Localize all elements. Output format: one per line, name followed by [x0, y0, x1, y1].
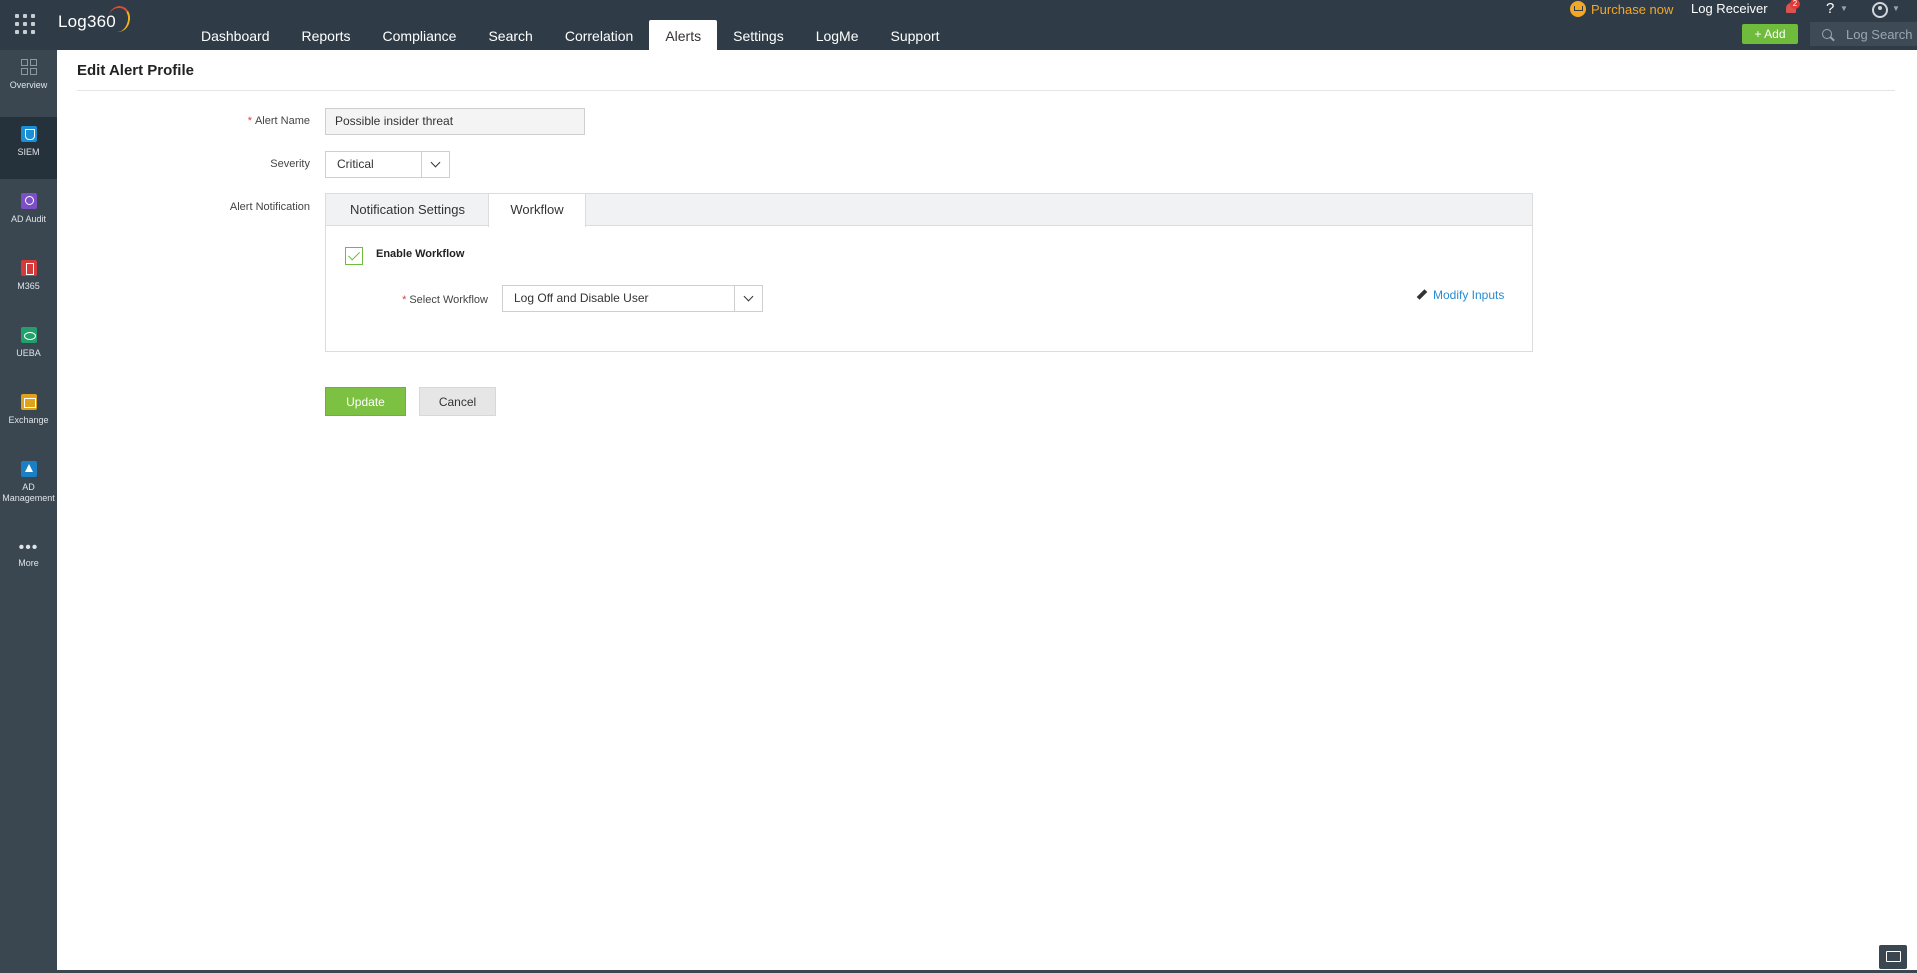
- nav-alerts[interactable]: Alerts: [649, 20, 718, 50]
- pencil-icon: [1416, 289, 1428, 301]
- nav-dashboard[interactable]: Dashboard: [185, 0, 286, 50]
- notification-count-badge: 2: [1790, 0, 1800, 9]
- sidebar-label: UEBA: [16, 348, 41, 358]
- m365-icon: [20, 260, 37, 276]
- alert-name-label: * Alert Name: [200, 115, 310, 127]
- title-divider: [77, 90, 1895, 91]
- user-avatar-icon[interactable]: [1872, 2, 1888, 18]
- notification-bell-icon[interactable]: 2: [1784, 0, 1800, 15]
- page-title: Edit Alert Profile: [77, 62, 194, 79]
- alert-name-input[interactable]: Possible insider threat: [325, 108, 585, 135]
- nav-logme[interactable]: LogMe: [800, 0, 875, 50]
- severity-select[interactable]: Critical: [325, 151, 450, 178]
- select-workflow-label: * Select Workflow: [380, 294, 488, 306]
- search-icon: [1822, 29, 1832, 39]
- sidebar-label: AD Audit: [10, 214, 47, 224]
- workflow-select[interactable]: Log Off and Disable User: [502, 285, 763, 312]
- siem-shield-icon: [20, 126, 37, 142]
- main-nav: Dashboard Reports Compliance Search Corr…: [185, 0, 956, 50]
- enable-workflow-label: Enable Workflow: [376, 248, 465, 260]
- overview-icon: [20, 59, 37, 75]
- sidebar-item-ad-audit[interactable]: AD Audit: [0, 184, 57, 246]
- alert-name-label-text: Alert Name: [254, 115, 310, 127]
- sidebar-item-m365[interactable]: M365: [0, 251, 57, 313]
- modify-inputs-label: Modify Inputs: [1433, 288, 1505, 302]
- sidebar-label: Overview: [9, 80, 48, 90]
- nav-settings[interactable]: Settings: [717, 0, 800, 50]
- workflow-value: Log Off and Disable User: [514, 291, 649, 305]
- purchase-now-label: Purchase now: [1591, 1, 1674, 17]
- left-sidebar: Overview SIEM AD Audit M365 UEBA Exchang…: [0, 50, 57, 973]
- help-caret-icon: ▼: [1840, 4, 1848, 13]
- alert-notification-label: Alert Notification: [229, 201, 310, 213]
- chevron-down-icon[interactable]: [734, 286, 762, 311]
- select-workflow-label-text: Select Workflow: [409, 294, 488, 306]
- sidebar-item-ad-management[interactable]: AD Management: [0, 452, 57, 524]
- sidebar-item-overview[interactable]: Overview: [0, 50, 57, 112]
- update-button[interactable]: Update: [325, 387, 406, 416]
- sidebar-label: M365: [17, 281, 40, 291]
- required-mark: *: [402, 294, 407, 306]
- sidebar-item-ueba[interactable]: UEBA: [0, 318, 57, 380]
- enable-workflow-checkbox[interactable]: [345, 247, 363, 265]
- tab-notification-settings[interactable]: Notification Settings: [326, 194, 489, 226]
- user-caret-icon: ▼: [1892, 4, 1900, 13]
- more-dots-icon: •••: [18, 539, 39, 556]
- sidebar-label: Exchange: [8, 415, 49, 425]
- log-receiver-link[interactable]: Log Receiver: [1691, 1, 1768, 16]
- add-button[interactable]: + Add: [1742, 24, 1798, 44]
- sidebar-item-siem[interactable]: SIEM: [0, 117, 57, 179]
- chevron-down-icon[interactable]: [421, 152, 449, 177]
- nav-reports[interactable]: Reports: [286, 0, 367, 50]
- severity-value: Critical: [337, 157, 374, 171]
- notification-tabs: Notification Settings Workflow: [326, 194, 1532, 227]
- purchase-now-link[interactable]: Purchase now: [1570, 0, 1673, 18]
- sidebar-item-exchange[interactable]: Exchange: [0, 385, 57, 447]
- nav-compliance[interactable]: Compliance: [367, 0, 473, 50]
- severity-label: Severity: [270, 158, 310, 170]
- app-grid-icon[interactable]: [15, 14, 37, 36]
- plus-icon: +: [1754, 27, 1765, 41]
- tab-workflow[interactable]: Workflow: [488, 194, 586, 227]
- help-icon[interactable]: ?: [1826, 0, 1834, 17]
- nav-correlation[interactable]: Correlation: [549, 0, 649, 50]
- alert-notification-panel: Notification Settings Workflow: [325, 193, 1533, 352]
- add-label: Add: [1764, 27, 1786, 41]
- sidebar-label: More: [18, 558, 39, 568]
- nav-search[interactable]: Search: [472, 0, 548, 50]
- log-search-box[interactable]: Log Search: [1810, 22, 1917, 46]
- cart-icon: [1570, 1, 1586, 17]
- cancel-button[interactable]: Cancel: [419, 387, 496, 416]
- ad-management-icon: [20, 461, 37, 477]
- ueba-eye-icon: [20, 327, 37, 343]
- sidebar-label: AD: [22, 482, 35, 492]
- chat-icon[interactable]: [1879, 945, 1907, 969]
- top-bar: Log360 Dashboard Reports Compliance Sear…: [0, 0, 1917, 50]
- sidebar-label: SIEM: [17, 147, 40, 157]
- nav-support[interactable]: Support: [875, 0, 956, 50]
- sidebar-label-line2: Management: [2, 493, 55, 503]
- modify-inputs-link[interactable]: Modify Inputs: [1416, 288, 1504, 302]
- ad-audit-icon: [20, 193, 37, 209]
- sidebar-item-more[interactable]: ••• More: [0, 529, 57, 591]
- required-mark: *: [247, 115, 252, 127]
- exchange-mail-icon: [20, 394, 37, 410]
- log-search-label: Log Search: [1846, 26, 1913, 42]
